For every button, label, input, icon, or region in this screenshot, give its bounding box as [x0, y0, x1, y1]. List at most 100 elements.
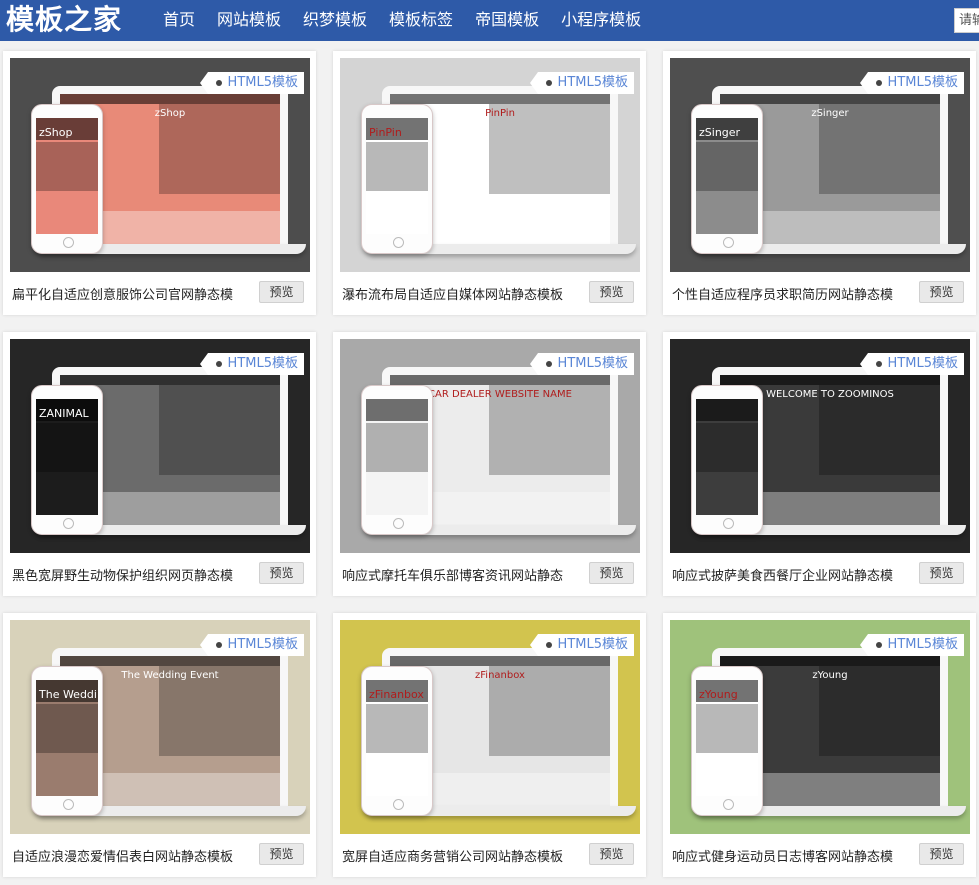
- template-title[interactable]: 响应式健身运动员日志博客网站静态模: [672, 846, 893, 865]
- screen-header-bar: [720, 94, 940, 104]
- phone-brand-text: PinPin: [369, 126, 402, 139]
- phone-mockup: [691, 385, 763, 535]
- template-card[interactable]: zYoung zYoung HTML5模板 响应式健身运动员日志博客网站静态模 …: [663, 613, 976, 877]
- html5-template-tag: HTML5模板: [199, 72, 304, 94]
- nav-home[interactable]: 首页: [152, 0, 206, 41]
- html5-template-tag: HTML5模板: [199, 353, 304, 375]
- phone-brand-text: zSinger: [699, 126, 741, 139]
- phone-header-bar: [366, 399, 428, 421]
- phone-image-block: [366, 423, 428, 472]
- template-title[interactable]: 扁平化自适应创意服饰公司官网静态模: [12, 284, 233, 303]
- phone-screen: PinPin: [366, 118, 428, 234]
- html5-template-tag: HTML5模板: [529, 634, 634, 656]
- phone-brand-text: zFinanbox: [369, 688, 424, 701]
- phone-brand-text: ZANIMAL: [39, 407, 89, 420]
- site-logo[interactable]: 模板之家: [6, 0, 122, 41]
- template-thumbnail[interactable]: PinPin PinPin HTML5模板: [340, 58, 640, 272]
- preview-button[interactable]: 预览: [919, 281, 964, 303]
- phone-image-block: [696, 142, 758, 191]
- screen-header-bar: [60, 94, 280, 104]
- html5-template-tag: HTML5模板: [199, 634, 304, 656]
- screen-header-bar: [60, 375, 280, 385]
- phone-mockup: zShop: [31, 104, 103, 254]
- template-card[interactable]: PinPin PinPin HTML5模板 瀑布流布局自适应自媒体网站静态模板 …: [333, 51, 646, 315]
- template-card[interactable]: ZANIMAL HTML5模板 黑色宽屏野生动物保护组织网页静态模 预览: [3, 332, 316, 596]
- phone-mockup: zSinger: [691, 104, 763, 254]
- phone-screen: The Wedding Event: [36, 680, 98, 796]
- preview-button[interactable]: 预览: [259, 562, 304, 584]
- template-thumbnail[interactable]: The Wedding Event The Wedding Event HTML…: [10, 620, 310, 834]
- screen-hero-block: [159, 385, 280, 475]
- template-title[interactable]: 自适应浪漫恋爱情侣表白网站静态模板: [12, 846, 233, 865]
- template-card[interactable]: zSinger zSinger HTML5模板 个性自适应程序员求职简历网站静态…: [663, 51, 976, 315]
- screen-header-bar: [390, 94, 610, 104]
- template-title[interactable]: 瀑布流布局自适应自媒体网站静态模板: [342, 284, 563, 303]
- phone-brand-text: The Wedding Event: [39, 688, 98, 701]
- template-thumbnail[interactable]: zShop zShop HTML5模板: [10, 58, 310, 272]
- phone-screen: [696, 399, 758, 515]
- site-header: 模板之家 首页 网站模板 织梦模板 模板标签 帝国模板 小程序模板 请输: [0, 0, 979, 41]
- phone-screen: zFinanbox: [366, 680, 428, 796]
- template-card[interactable]: The Wedding Event The Wedding Event HTML…: [3, 613, 316, 877]
- template-thumbnail[interactable]: ZANIMAL HTML5模板: [10, 339, 310, 553]
- screen-header-bar: [720, 375, 940, 385]
- phone-screen: zSinger: [696, 118, 758, 234]
- phone-screen: [366, 399, 428, 515]
- phone-image-block: [366, 142, 428, 191]
- preview-button[interactable]: 预览: [589, 281, 634, 303]
- phone-screen: ZANIMAL: [36, 399, 98, 515]
- screen-header-bar: [60, 656, 280, 666]
- phone-mockup: zYoung: [691, 666, 763, 816]
- phone-image-block: [36, 142, 98, 191]
- template-thumbnail[interactable]: zSinger zSinger HTML5模板: [670, 58, 970, 272]
- nav-website-templates[interactable]: 网站模板: [206, 0, 292, 41]
- phone-image-block: [366, 704, 428, 753]
- template-title[interactable]: 响应式摩托车俱乐部博客资讯网站静态: [342, 565, 563, 584]
- phone-mockup: ZANIMAL: [31, 385, 103, 535]
- phone-screen: zYoung: [696, 680, 758, 796]
- phone-brand-text: zYoung: [699, 688, 738, 701]
- preview-button[interactable]: 预览: [589, 562, 634, 584]
- html5-template-tag: HTML5模板: [859, 353, 964, 375]
- nav-empire-templates[interactable]: 帝国模板: [464, 0, 550, 41]
- nav-mini-program-templates[interactable]: 小程序模板: [550, 0, 652, 41]
- template-thumbnail[interactable]: zYoung zYoung HTML5模板: [670, 620, 970, 834]
- phone-mockup: [361, 385, 433, 535]
- phone-mockup: PinPin: [361, 104, 433, 254]
- template-title[interactable]: 黑色宽屏野生动物保护组织网页静态模: [12, 565, 233, 584]
- preview-button[interactable]: 预览: [919, 843, 964, 865]
- nav-dedecms-templates[interactable]: 织梦模板: [292, 0, 378, 41]
- preview-button[interactable]: 预览: [259, 281, 304, 303]
- screen-header-bar: [390, 375, 610, 385]
- main-nav: 首页 网站模板 织梦模板 模板标签 帝国模板 小程序模板: [152, 0, 652, 41]
- html5-template-tag: HTML5模板: [859, 72, 964, 94]
- template-thumbnail[interactable]: CAR DEALER WEBSITE NAME HTML5模板: [340, 339, 640, 553]
- template-thumbnail[interactable]: WELCOME TO ZOOMINOS HTML5模板: [670, 339, 970, 553]
- search-input[interactable]: 请输: [954, 8, 979, 33]
- template-card[interactable]: zFinanbox zFinanbox HTML5模板 宽屏自适应商务营销公司网…: [333, 613, 646, 877]
- template-card[interactable]: CAR DEALER WEBSITE NAME HTML5模板 响应式摩托车俱乐…: [333, 332, 646, 596]
- phone-header-bar: [696, 399, 758, 421]
- preview-button[interactable]: 预览: [919, 562, 964, 584]
- screen-header-bar: [720, 656, 940, 666]
- phone-image-block: [696, 704, 758, 753]
- phone-screen: zShop: [36, 118, 98, 234]
- phone-image-block: [36, 423, 98, 472]
- template-title[interactable]: 响应式披萨美食西餐厅企业网站静态模: [672, 565, 893, 584]
- template-title[interactable]: 宽屏自适应商务营销公司网站静态模板: [342, 846, 563, 865]
- phone-image-block: [696, 423, 758, 472]
- template-title[interactable]: 个性自适应程序员求职简历网站静态模: [672, 284, 893, 303]
- template-card[interactable]: WELCOME TO ZOOMINOS HTML5模板 响应式披萨美食西餐厅企业…: [663, 332, 976, 596]
- preview-button[interactable]: 预览: [589, 843, 634, 865]
- html5-template-tag: HTML5模板: [529, 353, 634, 375]
- template-thumbnail[interactable]: zFinanbox zFinanbox HTML5模板: [340, 620, 640, 834]
- preview-button[interactable]: 预览: [259, 843, 304, 865]
- phone-mockup: zFinanbox: [361, 666, 433, 816]
- html5-template-tag: HTML5模板: [859, 634, 964, 656]
- phone-brand-text: zShop: [39, 126, 73, 139]
- phone-mockup: The Wedding Event: [31, 666, 103, 816]
- html5-template-tag: HTML5模板: [529, 72, 634, 94]
- nav-template-tags[interactable]: 模板标签: [378, 0, 464, 41]
- template-card[interactable]: zShop zShop HTML5模板 扁平化自适应创意服饰公司官网静态模 预览: [3, 51, 316, 315]
- screen-header-bar: [390, 656, 610, 666]
